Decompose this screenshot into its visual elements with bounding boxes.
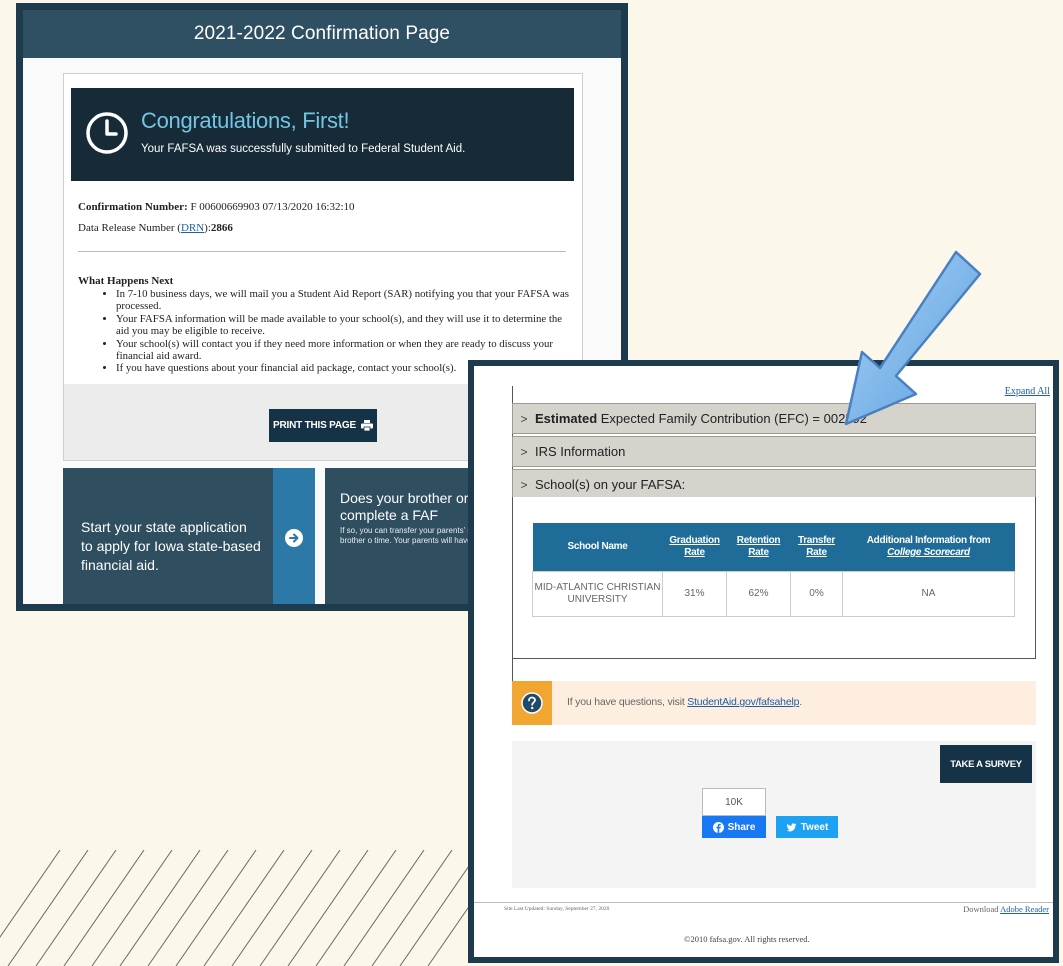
share-count-value: 10K	[725, 796, 743, 808]
graduation-rate-header: Graduation Rate	[669, 534, 720, 558]
state-application-text: Start your state application to apply fo…	[81, 519, 261, 573]
survey-button-label: TAKE A SURVEY	[950, 758, 1022, 770]
clock-icon	[86, 112, 128, 154]
decorative-hatch	[0, 850, 509, 966]
confirmation-number: Confirmation Number: F 00600669903 07/13…	[78, 201, 355, 213]
confirmation-number-value: F 00600669903 07/13/2020 16:32:10	[190, 201, 355, 213]
cell-graduation-rate: 31%	[662, 570, 727, 617]
cell-transfer-rate: 0%	[790, 570, 843, 617]
efc-label: Estimated Expected Family Contribution (…	[535, 411, 867, 426]
transfer-rate-header: Transfer Rate	[797, 534, 836, 558]
data-release-number: Data Release Number (DRN):2866	[78, 222, 233, 234]
twitter-tweet-button[interactable]: Tweet	[776, 816, 838, 838]
fafsa-summary-content: Expand All > Estimated Expected Family C…	[474, 366, 1053, 957]
annotation-arrow-icon	[844, 250, 982, 426]
chevron-right-icon: >	[520, 411, 528, 426]
what-happens-next-heading: What Happens Next	[78, 275, 174, 287]
take-survey-button[interactable]: TAKE A SURVEY	[940, 745, 1032, 783]
print-button-label: PRINT THIS PAGE	[273, 420, 356, 431]
col-school-name: School Name	[532, 523, 663, 571]
help-text-prefix: If you have questions, visit	[567, 696, 688, 708]
efc-label-rest: Expected Family Contribution (EFC) = 002…	[597, 411, 868, 426]
col-additional-info: Additional Information from College Scor…	[842, 523, 1015, 571]
congrats-subtitle: Your FAFSA was successfully submitted to…	[141, 143, 466, 155]
drn-label-suffix: ):	[204, 222, 211, 234]
adobe-reader-link[interactable]: Adobe Reader	[1000, 904, 1049, 914]
col-retention-rate[interactable]: Retention Rate	[726, 523, 791, 571]
table-header-row: School Name Graduation Rate Retention Ra…	[532, 523, 1015, 571]
footer-last-updated: Site Last Updated: Sunday, September 27,…	[504, 906, 610, 912]
tweet-label: Tweet	[800, 821, 829, 833]
state-application-card[interactable]: Start your state application to apply fo…	[63, 468, 315, 604]
schools-label: School(s) on your FAFSA:	[535, 477, 686, 492]
expand-all-link[interactable]: Expand All	[1005, 386, 1050, 397]
help-text-suffix: .	[799, 696, 802, 708]
printer-icon	[360, 420, 373, 431]
chevron-right-icon: >	[520, 477, 528, 492]
confirmation-number-label: Confirmation Number:	[78, 201, 188, 213]
arrow-circle-icon	[285, 529, 303, 547]
footer-divider	[474, 902, 1053, 903]
drn-link[interactable]: DRN	[181, 222, 204, 234]
fafsa-summary-window: Expand All > Estimated Expected Family C…	[468, 360, 1059, 963]
help-bar: If you have questions, visit StudentAid.…	[512, 681, 1036, 725]
schools-table: School Name Graduation Rate Retention Ra…	[532, 523, 1015, 617]
list-item: Your school(s) will contact you if they …	[116, 338, 572, 363]
drn-value: 2866	[210, 222, 233, 234]
list-item: In 7-10 business days, we will mail you …	[116, 288, 572, 313]
accordion-irs[interactable]: > IRS Information	[512, 436, 1036, 467]
footer-copyright: ©2010 fafsa.gov. All rights reserved.	[684, 934, 810, 944]
chevron-right-icon: >	[520, 444, 528, 459]
congratulations-banner: Congratulations, First! Your FAFSA was s…	[71, 88, 574, 181]
cell-additional-info: NA	[842, 570, 1015, 617]
share-count: 10K	[702, 788, 766, 816]
col-graduation-rate[interactable]: Graduation Rate	[662, 523, 727, 571]
share-label: Share	[727, 821, 756, 833]
accordion-schools[interactable]: > School(s) on your FAFSA:	[512, 469, 1036, 500]
window-title-bar: 2021-2022 Confirmation Page	[23, 10, 621, 58]
schools-panel: School Name Graduation Rate Retention Ra…	[512, 497, 1036, 659]
window-title: 2021-2022 Confirmation Page	[193, 23, 451, 44]
twitter-icon	[786, 822, 797, 831]
additional-info-header: Additional Information from	[866, 534, 991, 546]
retention-rate-header: Retention Rate	[736, 534, 781, 558]
divider	[78, 251, 566, 252]
state-application-arrow-button[interactable]	[273, 468, 315, 604]
help-text: If you have questions, visit StudentAid.…	[567, 696, 802, 708]
table-row: MID-ATLANTIC CHRISTIAN UNIVERSITY 31% 62…	[532, 570, 1015, 617]
col-transfer-rate[interactable]: Transfer Rate	[790, 523, 843, 571]
congrats-title: Congratulations, First!	[141, 108, 350, 133]
drn-label-prefix: Data Release Number (	[78, 222, 181, 234]
question-icon	[521, 692, 543, 714]
footer-download: Download Adobe Reader	[963, 904, 1049, 914]
irs-label: IRS Information	[535, 444, 626, 459]
list-item: Your FAFSA information will be made avai…	[116, 313, 572, 338]
print-page-button[interactable]: PRINT THIS PAGE	[269, 409, 377, 442]
efc-label-bold: Estimated	[535, 411, 598, 426]
cell-school-name: MID-ATLANTIC CHRISTIAN UNIVERSITY	[532, 570, 663, 617]
facebook-share-button[interactable]: Share	[702, 816, 766, 838]
facebook-icon	[712, 821, 724, 833]
college-scorecard-link[interactable]: College Scorecard	[887, 547, 970, 558]
cell-retention-rate: 62%	[726, 570, 791, 617]
footer-download-prefix: Download	[963, 904, 1001, 914]
help-icon-box	[512, 681, 552, 725]
studentaid-help-link[interactable]: StudentAid.gov/fafsahelp	[687, 696, 799, 708]
